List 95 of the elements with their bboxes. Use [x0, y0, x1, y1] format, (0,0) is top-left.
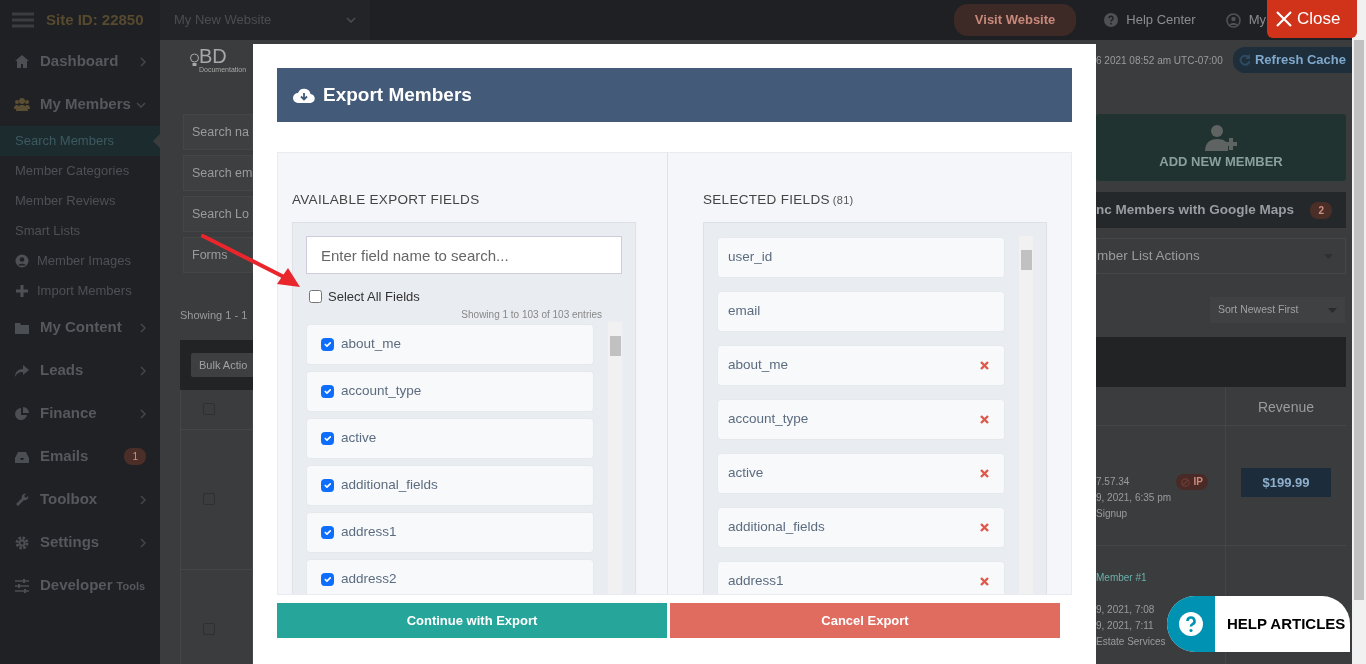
search-field[interactable]: Enter field name to search...: [306, 236, 622, 274]
select-all-checkbox[interactable]: Select All Fields: [306, 287, 622, 307]
count-badge: 1: [124, 448, 146, 465]
count-label: (81): [832, 193, 854, 208]
help-articles-button[interactable]: HELP ARTICLES: [1167, 596, 1350, 652]
help-icon: [1179, 612, 1203, 636]
results-count: Showing 1 - 1: [180, 308, 249, 323]
ip-badge: IP: [1175, 474, 1208, 490]
help-center-link[interactable]: Help Center: [1104, 10, 1196, 30]
entries-info: Showing 1 to 103 of 103 entries: [460, 307, 602, 322]
selected-field: user_id: [717, 237, 1005, 278]
member-link[interactable]: Member #1: [1096, 570, 1225, 586]
search-field[interactable]: Forms: [183, 237, 253, 273]
section-title: SELECTED FIELDS: [703, 191, 830, 209]
selected-field: additional_fields: [717, 507, 1005, 548]
remove-icon[interactable]: [979, 361, 989, 370]
scrollbar[interactable]: [607, 321, 622, 594]
checkbox[interactable]: [321, 478, 334, 492]
checkbox[interactable]: [309, 290, 322, 304]
sidebar-item[interactable]: Leads: [0, 349, 160, 392]
bulk-actions-button[interactable]: Bulk Actio: [191, 352, 253, 377]
sort-dropdown[interactable]: Sort Newest First: [1210, 297, 1345, 323]
selected-field: address1: [717, 561, 1005, 594]
user-plus-icon: [1203, 123, 1239, 152]
continue-button[interactable]: Continue with Export: [277, 603, 667, 638]
home-icon: [14, 53, 30, 70]
caret-icon: [346, 17, 356, 23]
site-id-label: Site ID: 22850: [46, 9, 144, 30]
list-actions-dropdown[interactable]: mber List Actions: [1096, 238, 1346, 274]
field-option[interactable]: about_me: [306, 323, 594, 365]
date-text: 7.57.34: [1096, 475, 1130, 489]
date-text: 9, 2021, 7:11: [1096, 620, 1154, 631]
amount-button[interactable]: $199.99: [1241, 468, 1331, 497]
checkbox[interactable]: [321, 384, 334, 398]
close-icon: [1275, 10, 1293, 28]
sidebar-item[interactable]: My Members: [0, 83, 160, 126]
search-field[interactable]: Search na: [183, 114, 253, 150]
ban-icon: [1180, 477, 1190, 487]
cloud-download-icon: [293, 87, 315, 103]
users-icon: [14, 96, 30, 113]
section-title: AVAILABLE EXPORT FIELDS: [292, 191, 481, 209]
checkbox[interactable]: [321, 431, 334, 445]
selected-field: account_type: [717, 399, 1005, 440]
date-text: Estate Services: [1096, 636, 1166, 647]
date-text: 9, 2021, 6:35 pm: [1096, 492, 1172, 503]
account-link[interactable]: My: [1225, 10, 1266, 30]
sidebar-item[interactable]: Finance: [0, 392, 160, 435]
visit-website-button[interactable]: Visit Website: [953, 4, 1077, 36]
search-field[interactable]: Search em: [183, 155, 253, 191]
refresh-cache-button[interactable]: Refresh Cache: [1232, 47, 1352, 73]
dialog-title: Export Members: [323, 82, 472, 107]
cancel-button[interactable]: Cancel Export: [670, 603, 1060, 638]
sliders-icon: [14, 577, 30, 594]
field-option[interactable]: additional_fields: [306, 464, 594, 506]
bulb-icon: [190, 53, 199, 67]
field-option[interactable]: account_type: [306, 370, 594, 412]
sidebar-item[interactable]: My Content: [0, 306, 160, 349]
sidebar-item[interactable]: Emails 1: [0, 435, 160, 478]
sidebar-item[interactable]: Dashboard: [0, 40, 160, 83]
checkbox[interactable]: [321, 525, 334, 539]
pie-chart-icon: [14, 405, 30, 422]
remove-icon[interactable]: [979, 415, 989, 424]
column-header: Revenue: [1225, 387, 1346, 425]
scrollbar[interactable]: [1018, 236, 1033, 594]
remove-icon[interactable]: [979, 577, 989, 586]
date-text: 9, 2021, 7:08: [1096, 604, 1155, 615]
sidebar-item[interactable]: Toolbox: [0, 478, 160, 521]
sync-button[interactable]: nc Members with Google Maps 2: [1096, 192, 1346, 228]
sidebar-item[interactable]: Developer Tools: [0, 564, 160, 607]
field-option[interactable]: active: [306, 417, 594, 459]
help-icon: [1104, 13, 1119, 27]
scrollbar[interactable]: [1352, 0, 1366, 664]
count-badge: 2: [1310, 201, 1332, 219]
field-option[interactable]: address1: [306, 511, 594, 553]
user-circle-icon: [15, 254, 29, 268]
selected-field: active: [717, 453, 1005, 494]
gear-icon: [14, 534, 30, 551]
remove-icon[interactable]: [979, 469, 989, 478]
selected-field: about_me: [717, 345, 1005, 386]
selected-field: email: [717, 291, 1005, 332]
refresh-icon: [1238, 54, 1251, 66]
field-option[interactable]: address2: [306, 558, 594, 594]
remove-icon[interactable]: [979, 523, 989, 532]
close-button[interactable]: Close: [1267, 0, 1357, 38]
checkbox[interactable]: [321, 572, 334, 586]
timestamp-text: 6 2021 08:52 am UTC-07:00: [1096, 53, 1223, 68]
user-icon: [1225, 12, 1241, 28]
wrench-icon: [14, 491, 30, 508]
share-arrow-icon: [14, 362, 30, 379]
checkbox[interactable]: [321, 337, 334, 351]
plus-icon: [15, 284, 29, 298]
search-field[interactable]: Search Lo: [183, 196, 253, 232]
add-member-button[interactable]: ADD NEW MEMBER: [1096, 114, 1346, 181]
date-text: Signup: [1096, 508, 1128, 519]
sidebar-item[interactable]: Settings: [0, 521, 160, 564]
